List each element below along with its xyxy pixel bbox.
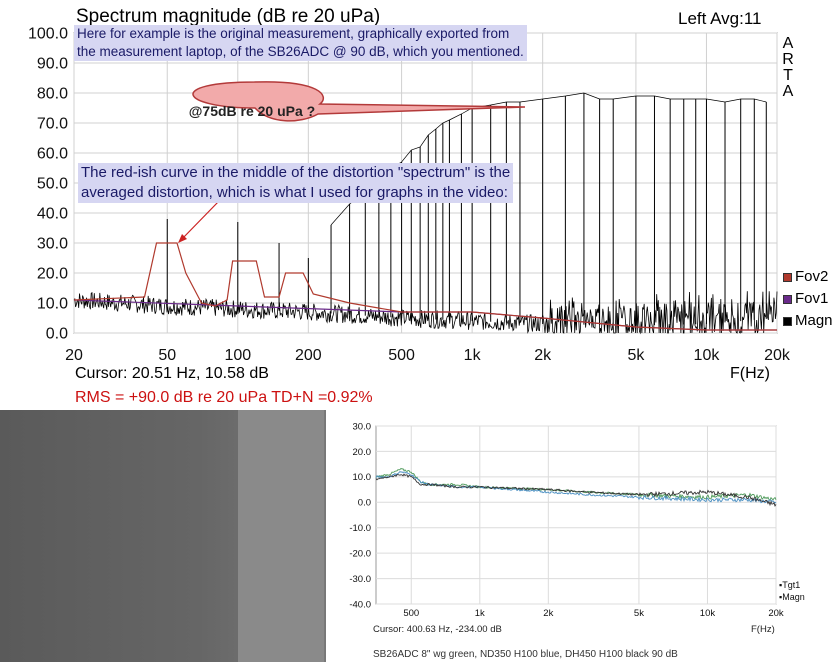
x-tick-label: 5k: [627, 347, 645, 364]
x-tick-label: 200: [295, 347, 322, 364]
y-tick-label: 40.0: [37, 206, 68, 223]
legend2-item-tgt1: ▪Tgt1: [779, 580, 801, 590]
x-tick-label: 10k: [694, 347, 721, 364]
legend-item-fov1: Fov1: [783, 290, 828, 307]
cursor-readout-2: Cursor: 400.63 Hz, -234.00 dB: [373, 624, 502, 635]
legend-item-magn: Magn: [783, 312, 833, 329]
y-tick-label: 20.0: [37, 266, 68, 283]
annotation-note-2: The red-ish curve in the middle of the d…: [78, 163, 514, 203]
legend-label: Fov2: [795, 268, 829, 285]
x-tick-label: 500: [388, 347, 415, 364]
y-tick-label: 100.0: [28, 26, 68, 43]
x-tick-label: 2k: [534, 347, 552, 364]
spectrum-panel: Spectrum magnitude (dB re 20 uPa) Left A…: [0, 0, 839, 410]
screen-background: [0, 410, 330, 662]
legend-label: Fov1: [795, 290, 829, 307]
x-axis-label-2: F(Hz): [751, 624, 775, 635]
y-tick-label: 90.0: [37, 56, 68, 73]
rms-readout: RMS = +90.0 dB re 20 uPa TD+N =0.92%: [75, 389, 373, 406]
legend-swatch: [783, 316, 792, 326]
y-tick-label: 50.0: [37, 176, 68, 193]
y-tick-label: 0.0: [46, 326, 68, 343]
cursor-readout: Cursor: 20.51 Hz, 10.58 dB: [75, 365, 269, 382]
annotation-line: averaged distortion, which is what I use…: [81, 184, 508, 201]
legend-swatch: [783, 272, 792, 282]
annotation-line: The red-ish curve in the middle of the d…: [81, 164, 511, 181]
x-tick-label: 20: [65, 347, 83, 364]
y-tick-label: 10.0: [37, 296, 68, 313]
annotation-note-1: Here for example is the original measure…: [74, 25, 527, 61]
x-axis-label: F(Hz): [730, 365, 770, 382]
legend-swatch: [783, 294, 792, 304]
callout-text: @75dB re 20 uPa ?: [189, 103, 315, 119]
legend-label: Tgt1: [782, 580, 801, 590]
x-tick-label: 20k: [764, 347, 791, 364]
legend-label: Magn: [795, 312, 833, 329]
figure-caption: SB26ADC 8" wg green, ND350 H100 blue, DH…: [373, 649, 678, 660]
y-tick-label: 30.0: [37, 236, 68, 253]
legend2-item-magn: ▪Magn: [779, 592, 805, 602]
x-tick-label: 50: [158, 347, 176, 364]
legend-item-fov2: Fov2: [783, 268, 828, 285]
annotation-line: Here for example is the original measure…: [77, 26, 510, 41]
y-tick-label: 60.0: [37, 146, 68, 163]
annotation-line: the measurement laptop, of the SB26ADC @…: [77, 44, 524, 59]
x-tick-label: 100: [224, 347, 251, 364]
y-tick-label: 80.0: [37, 86, 68, 103]
y-tick-label: 70.0: [37, 116, 68, 133]
x-tick-label: 1k: [464, 347, 482, 364]
background-sheet: [238, 410, 324, 662]
legend-label: Magn: [782, 592, 805, 602]
